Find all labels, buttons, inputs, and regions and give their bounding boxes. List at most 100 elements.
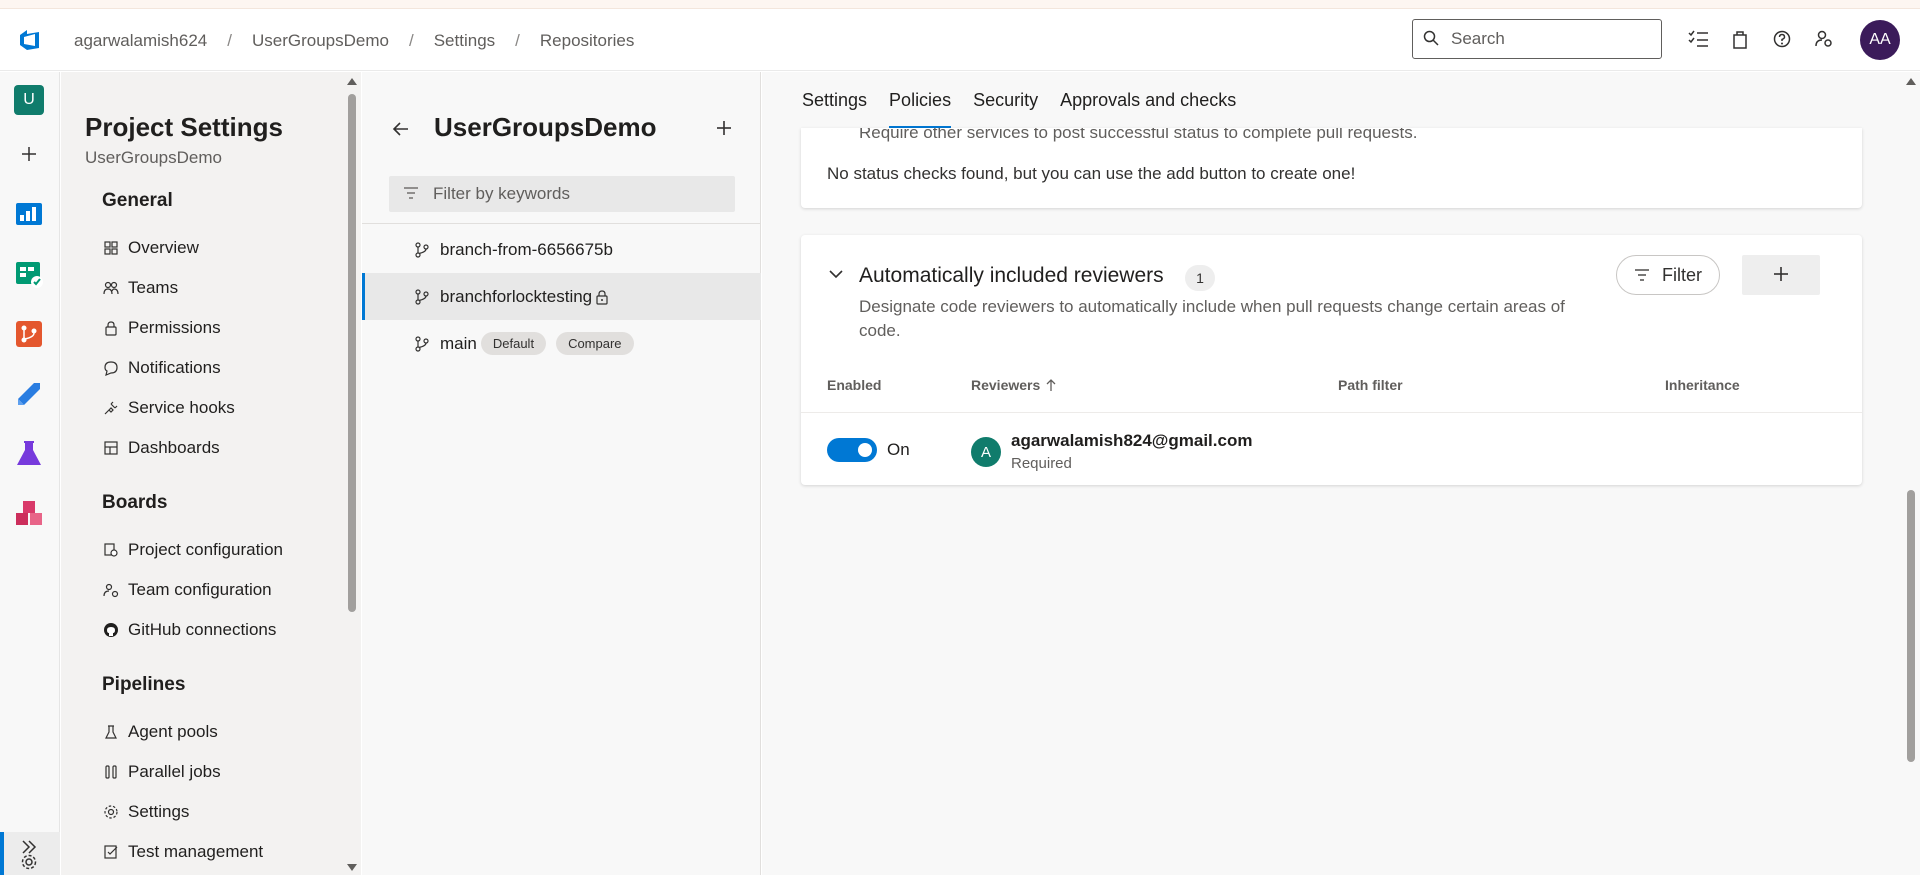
nav-item-label: Service hooks <box>128 398 235 417</box>
reviewer-email[interactable]: agarwalamish824@gmail.com <box>1011 431 1252 451</box>
nav-item-label: GitHub connections <box>128 620 277 639</box>
branch-name: branchforlocktesting <box>440 286 593 306</box>
agent-pool-icon <box>102 723 120 741</box>
nav-item-label: Settings <box>128 802 190 821</box>
search-input[interactable] <box>1451 29 1641 49</box>
collapse-chevron-icon[interactable] <box>827 265 845 283</box>
branch-filter-box[interactable] <box>389 176 735 212</box>
column-header-label: Reviewers <box>971 377 1041 393</box>
nav-item-github-connections[interactable]: GitHub connections <box>102 620 276 640</box>
top-strip <box>0 0 1920 9</box>
nav-scroll-down-arrow-icon[interactable] <box>345 861 359 873</box>
user-settings-icon[interactable] <box>1812 27 1836 51</box>
azure-devops-logo-icon[interactable] <box>17 27 43 53</box>
overview-icon[interactable] <box>13 198 45 230</box>
add-branch-plus-icon[interactable] <box>714 118 736 140</box>
nav-item-label: Overview <box>128 238 199 257</box>
dashboard-icon <box>102 439 120 457</box>
settings-tabs: Settings Policies Security Approvals and… <box>802 90 1258 128</box>
nav-item-label: Parallel jobs <box>128 762 221 781</box>
status-checks-empty-message: No status checks found, but you can use … <box>827 164 1356 183</box>
nav-item-test-management[interactable]: Test management <box>102 842 263 862</box>
column-header-reviewers[interactable]: Reviewers <box>971 377 1056 393</box>
column-header-enabled: Enabled <box>827 377 882 393</box>
nav-scroll-up-arrow-icon[interactable] <box>345 74 359 86</box>
branch-row-selected[interactable]: branchforlocktesting <box>362 273 761 320</box>
boards-icon[interactable] <box>13 258 45 290</box>
add-reviewer-button[interactable] <box>1742 255 1820 295</box>
filter-icon <box>1634 266 1652 284</box>
plug-icon <box>102 399 120 417</box>
breadcrumb-project[interactable]: UserGroupsDemo <box>252 31 389 51</box>
repository-title: UserGroupsDemo <box>434 112 657 142</box>
breadcrumb-separator: / <box>227 31 232 50</box>
breadcrumb: agarwalamish624 / UserGroupsDemo / Setti… <box>74 31 634 51</box>
nav-item-label: Notifications <box>128 358 221 377</box>
nav-item-service-hooks[interactable]: Service hooks <box>102 398 235 418</box>
nav-item-team-configuration[interactable]: Team configuration <box>102 580 272 600</box>
lock-icon <box>594 289 610 305</box>
test-management-icon <box>102 843 120 861</box>
expand-chevrons-icon[interactable] <box>18 836 42 860</box>
gear-icon <box>102 803 120 821</box>
repos-icon[interactable] <box>13 318 45 350</box>
reviewers-count-badge: 1 <box>1185 265 1215 291</box>
tab-approvals-and-checks[interactable]: Approvals and checks <box>1060 90 1236 122</box>
reviewers-card: Automatically included reviewers 1 Desig… <box>801 235 1862 485</box>
new-item-plus-icon[interactable] <box>13 138 45 170</box>
column-header-inheritance: Inheritance <box>1665 377 1740 393</box>
reviewers-title: Automatically included reviewers <box>859 264 1164 287</box>
reviewer-enabled-toggle[interactable] <box>827 438 877 462</box>
nav-item-notifications[interactable]: Notifications <box>102 358 221 378</box>
help-icon[interactable] <box>1770 27 1794 51</box>
nav-item-label: Agent pools <box>128 722 218 741</box>
app-rail: U <box>0 72 60 875</box>
column-header-path-filter: Path filter <box>1338 377 1403 393</box>
main-scroll-up-arrow-icon[interactable] <box>1904 74 1918 86</box>
work-items-icon[interactable] <box>1686 27 1710 51</box>
nav-scrollbar-thumb[interactable] <box>348 94 356 612</box>
rail-active-indicator <box>0 832 4 875</box>
branch-filter-input[interactable] <box>433 184 723 204</box>
breadcrumb-repositories[interactable]: Repositories <box>540 31 635 51</box>
policies-content: Settings Policies Security Approvals and… <box>762 72 1920 875</box>
nav-item-agent-pools[interactable]: Agent pools <box>102 722 218 742</box>
project-avatar[interactable]: U <box>14 85 44 115</box>
tab-security[interactable]: Security <box>973 90 1038 122</box>
nav-item-permissions[interactable]: Permissions <box>102 318 221 338</box>
reviewer-requirement: Required <box>1011 455 1072 472</box>
nav-item-label: Teams <box>128 278 179 297</box>
artifacts-icon[interactable] <box>13 498 45 530</box>
branch-name: branch-from-6656675b <box>440 239 613 259</box>
nav-item-parallel-jobs[interactable]: Parallel jobs <box>102 762 221 782</box>
user-avatar[interactable]: AA <box>1860 20 1900 60</box>
nav-item-project-configuration[interactable]: Project configuration <box>102 540 283 560</box>
nav-item-dashboards[interactable]: Dashboards <box>102 438 220 458</box>
nav-group-boards: Boards <box>102 492 168 513</box>
reviewers-description: Designate code reviewers to automaticall… <box>859 297 1565 340</box>
branch-row[interactable]: main Default Compare <box>362 320 761 367</box>
nav-item-overview[interactable]: Overview <box>102 238 199 258</box>
branch-name: main <box>440 333 477 353</box>
pipelines-icon[interactable] <box>13 378 45 410</box>
branch-row[interactable]: branch-from-6656675b <box>362 226 761 273</box>
marketplace-bag-icon[interactable] <box>1728 27 1752 51</box>
tab-policies[interactable]: Policies <box>889 90 952 128</box>
nav-item-label: Permissions <box>128 318 221 337</box>
breadcrumb-organization[interactable]: agarwalamish624 <box>74 31 207 51</box>
search-box[interactable] <box>1412 19 1662 59</box>
nav-item-settings[interactable]: Settings <box>102 802 189 822</box>
branch-list-divider <box>362 223 761 224</box>
filter-button-label: Filter <box>1662 264 1702 285</box>
back-arrow-icon[interactable] <box>390 118 412 140</box>
nav-item-teams[interactable]: Teams <box>102 278 178 298</box>
breadcrumb-separator: / <box>515 31 520 50</box>
test-plans-icon[interactable] <box>13 438 45 470</box>
main-scrollbar-thumb[interactable] <box>1907 490 1915 762</box>
compare-badge[interactable]: Compare <box>556 332 634 355</box>
breadcrumb-settings[interactable]: Settings <box>434 31 495 51</box>
status-checks-description: Require other services to post successfu… <box>859 128 1418 142</box>
nav-group-pipelines: Pipelines <box>102 674 186 695</box>
filter-button[interactable]: Filter <box>1616 255 1720 295</box>
tab-settings[interactable]: Settings <box>802 90 867 122</box>
